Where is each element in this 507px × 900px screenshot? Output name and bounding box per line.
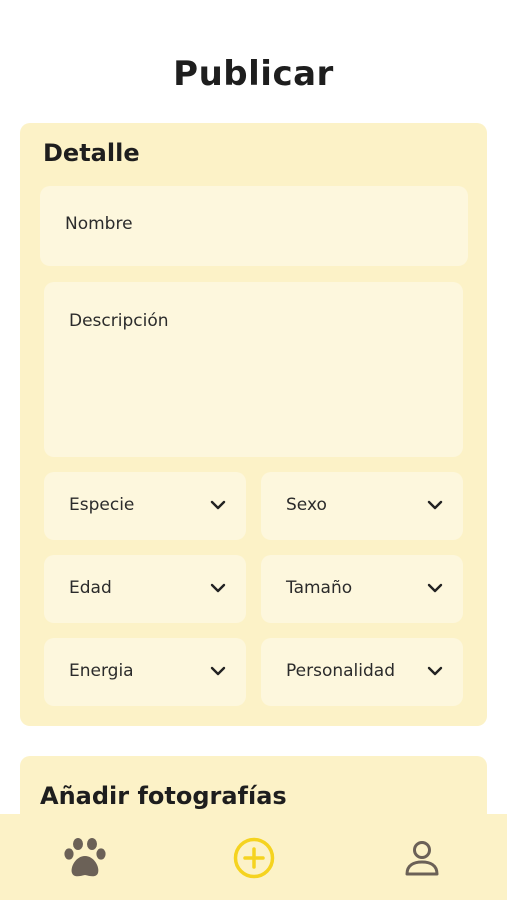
user-icon (405, 841, 439, 876)
age-select[interactable]: Edad (44, 555, 246, 623)
personality-label: Personalidad (286, 661, 395, 681)
page-title: Publicar (173, 54, 334, 94)
chevron-down-icon (210, 500, 226, 510)
nav-profile-button[interactable] (398, 834, 446, 882)
age-label: Edad (69, 578, 112, 598)
sex-label: Sexo (286, 495, 327, 515)
name-input[interactable]: Nombre (40, 186, 468, 266)
chevron-down-icon (210, 583, 226, 593)
description-input[interactable]: Descripción (44, 282, 463, 457)
chevron-down-icon (427, 666, 443, 676)
description-placeholder: Descripción (69, 311, 169, 331)
detail-card: Detalle Nombre Descripción Especie Sexo … (20, 123, 487, 726)
nav-pets-button[interactable] (61, 834, 109, 882)
energy-select[interactable]: Energia (44, 638, 246, 706)
chevron-down-icon (210, 666, 226, 676)
add-circle-icon (233, 837, 275, 879)
species-label: Especie (69, 495, 135, 515)
sex-select[interactable]: Sexo (261, 472, 463, 540)
nav-add-button[interactable] (230, 834, 278, 882)
personality-select[interactable]: Personalidad (261, 638, 463, 706)
size-label: Tamaño (286, 578, 353, 598)
detail-title: Detalle (43, 139, 140, 167)
size-select[interactable]: Tamaño (261, 555, 463, 623)
name-placeholder: Nombre (65, 214, 133, 234)
species-select[interactable]: Especie (44, 472, 246, 540)
photos-title: Añadir fotografías (40, 782, 287, 810)
paw-icon (64, 838, 106, 877)
chevron-down-icon (427, 500, 443, 510)
bottom-nav (0, 814, 507, 900)
energy-label: Energia (69, 661, 134, 681)
chevron-down-icon (427, 583, 443, 593)
